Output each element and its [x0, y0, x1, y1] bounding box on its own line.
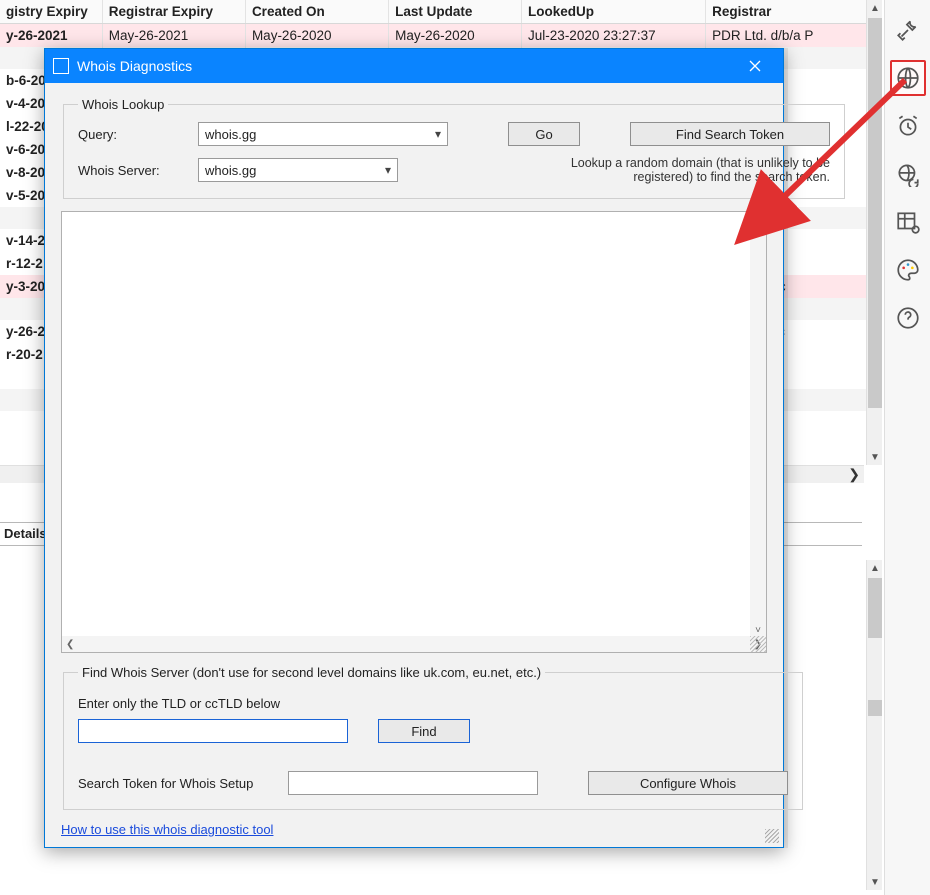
chevron-down-icon: ▾	[385, 163, 391, 177]
scroll-down-icon[interactable]: ▼	[867, 449, 883, 465]
table-cell: May-26-2020	[245, 24, 388, 48]
scroll-left-icon[interactable]: ❮	[62, 639, 78, 650]
column-header[interactable]: Registrar	[706, 0, 880, 24]
table-cell: May-26-2020	[389, 24, 522, 48]
table-cell: May-26-2021	[102, 24, 245, 48]
table-cell: Jul-23-2020 23:27:37	[522, 24, 706, 48]
find-whois-server-legend: Find Whois Server (don't use for second …	[78, 665, 545, 680]
alarm-clock-icon[interactable]	[890, 108, 926, 144]
tld-prompt: Enter only the TLD or ccTLD below	[78, 696, 788, 711]
column-header[interactable]: Created On	[245, 0, 388, 24]
column-header[interactable]: Registrar Expiry	[102, 0, 245, 24]
close-button[interactable]	[735, 52, 775, 80]
scroll-thumb[interactable]	[868, 18, 882, 408]
tools-icon[interactable]	[890, 12, 926, 48]
right-icon-toolbar	[884, 0, 930, 895]
scroll-right-icon[interactable]: ❯	[848, 466, 864, 483]
search-token-label: Search Token for Whois Setup	[78, 776, 278, 791]
table-vertical-scrollbar[interactable]: ▲ ▼	[866, 0, 882, 465]
column-header[interactable]: LookedUp	[522, 0, 706, 24]
scroll-up-icon[interactable]: ▲	[867, 560, 883, 576]
chevron-down-icon: ▾	[435, 127, 441, 141]
table-settings-icon[interactable]	[890, 204, 926, 240]
find-search-token-button[interactable]: Find Search Token	[630, 122, 830, 146]
scroll-thumb[interactable]	[868, 578, 882, 638]
whois-server-combobox[interactable]: whois.gg ▾	[198, 158, 398, 182]
whois-lookup-legend: Whois Lookup	[78, 97, 168, 112]
query-label: Query:	[78, 127, 188, 142]
search-token-hint: Lookup a random domain (that is unlikely…	[408, 156, 830, 184]
whois-lookup-group: Whois Lookup Query: whois.gg ▾ Go Find S…	[63, 97, 845, 199]
column-header[interactable]: Last Update	[389, 0, 522, 24]
whois-diagnostics-dialog: Whois Diagnostics Whois Lookup Query: wh…	[44, 48, 784, 848]
find-button[interactable]: Find	[378, 719, 470, 743]
details-vertical-scrollbar[interactable]: ▲ ▼	[866, 560, 882, 890]
help-icon[interactable]	[890, 300, 926, 336]
search-token-input[interactable]	[288, 771, 538, 795]
whois-server-label: Whois Server:	[78, 163, 188, 178]
details-tab-label: Details	[4, 526, 47, 541]
resize-grip-icon[interactable]	[750, 636, 766, 652]
scroll-up-icon[interactable]: ˄	[755, 212, 761, 223]
configure-whois-button[interactable]: Configure Whois	[588, 771, 788, 795]
dialog-resize-grip-icon[interactable]	[765, 829, 779, 843]
result-horizontal-scrollbar[interactable]: ❮ ❯	[62, 636, 766, 652]
query-value: whois.gg	[205, 127, 256, 142]
dialog-app-icon	[53, 58, 69, 74]
table-row[interactable]: y-26-2021May-26-2021May-26-2020May-26-20…	[0, 24, 880, 48]
table-cell: PDR Ltd. d/b/a P	[706, 24, 880, 48]
table-cell: y-26-2021	[0, 24, 102, 48]
go-button[interactable]: Go	[508, 122, 580, 146]
scroll-down-icon[interactable]: ▼	[867, 874, 883, 890]
find-whois-server-group: Find Whois Server (don't use for second …	[63, 665, 803, 810]
column-header[interactable]: gistry Expiry	[0, 0, 102, 24]
scroll-up-icon[interactable]: ▲	[867, 0, 883, 16]
palette-icon[interactable]	[890, 252, 926, 288]
dialog-title-text: Whois Diagnostics	[77, 58, 192, 74]
scroll-down-icon[interactable]: ˅	[755, 625, 761, 636]
scroll-mark	[868, 700, 882, 716]
lookup-result-textarea[interactable]: ˄ ˅ ❮ ❯	[61, 211, 767, 653]
tld-input[interactable]	[78, 719, 348, 743]
whois-globe-icon[interactable]	[890, 60, 926, 96]
result-vertical-scrollbar[interactable]: ˄ ˅	[750, 212, 766, 636]
dialog-titlebar[interactable]: Whois Diagnostics	[45, 49, 783, 83]
help-link[interactable]: How to use this whois diagnostic tool	[61, 822, 767, 837]
globe-refresh-icon[interactable]	[890, 156, 926, 192]
query-combobox[interactable]: whois.gg ▾	[198, 122, 448, 146]
whois-server-value: whois.gg	[205, 163, 256, 178]
